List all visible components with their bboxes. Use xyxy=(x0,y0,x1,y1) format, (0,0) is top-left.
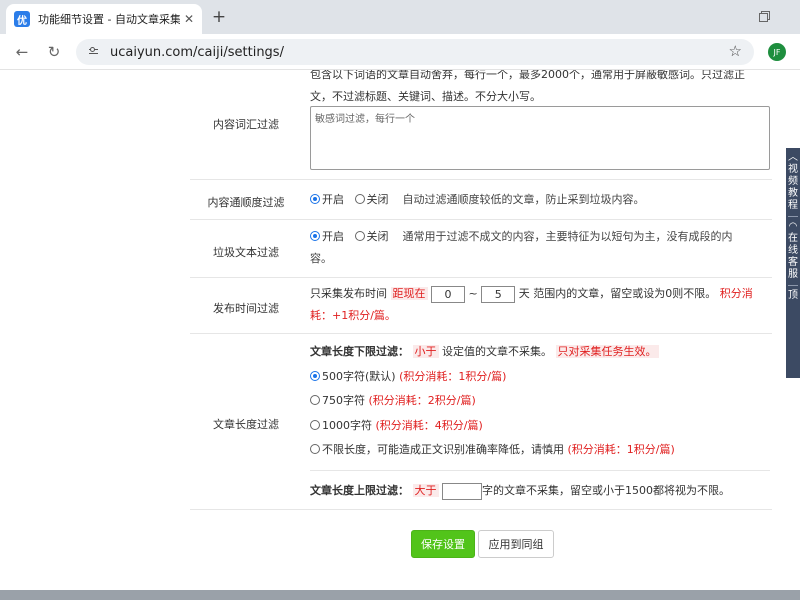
spam-filter-row: 垃圾文本过滤 开启 关闭 通常用于过滤不成文的内容，主要特征为以短句为主，没有成… xyxy=(190,220,772,278)
time-filter-options: 只采集发布时间 距现在 0 ~ 5 天 范围内的文章，留空或设为0则不限。 积分… xyxy=(310,285,753,322)
address-bar[interactable]: ucaiyun.com/caiji/settings/ ☆ xyxy=(76,39,754,65)
time-from-input[interactable]: 0 xyxy=(431,285,465,303)
length-filter-options: 文章长度下限过滤： 小于 设定值的文章不采集。 只对采集任务生效。 500字符(… xyxy=(310,345,675,456)
length-divider xyxy=(310,470,770,471)
side-floating-panel[interactable]: ︿ 视 频 教 程 ◠ 在 线 客 服 顶 xyxy=(786,148,800,378)
restore-window-icon[interactable] xyxy=(758,9,772,23)
spam-off-radio[interactable] xyxy=(354,231,365,241)
length-max-input[interactable] xyxy=(442,482,482,500)
time-filter-row: 发布时间过滤 只采集发布时间 距现在 0 ~ 5 天 范围内的文章，留空或设为0… xyxy=(190,278,772,334)
keyword-filter-row: 包含以下词语的文章自动舍弃，每行一个，最多2000个，通常用于屏蔽敏感词。只过滤… xyxy=(190,70,772,180)
tab-bar: 优 功能细节设置 - 自动文章采集器 ✕ + xyxy=(0,0,800,34)
keyword-filter-textarea[interactable] xyxy=(310,106,770,170)
settings-page: 包含以下词语的文章自动舍弃，每行一个，最多2000个，通常用于屏蔽敏感词。只过滤… xyxy=(0,70,800,590)
length-750-radio[interactable] xyxy=(310,395,320,405)
side-chevron-icon: ︿ xyxy=(788,152,798,163)
keyword-filter-label: 内容词汇过滤 xyxy=(213,118,279,131)
fluency-filter-row: 内容通顺度过滤 开启 关闭 自动过滤通顺度较低的文章，防止采到垃圾内容。 xyxy=(190,180,772,220)
browser-toolbar: ← ↻ ucaiyun.com/caiji/settings/ ☆ JF xyxy=(0,34,800,70)
time-filter-label: 发布时间过滤 xyxy=(213,302,279,315)
browser-tab[interactable]: 优 功能细节设置 - 自动文章采集器 ✕ xyxy=(6,4,202,34)
bookmark-star-icon[interactable]: ☆ xyxy=(729,42,742,60)
keyword-filter-description: 包含以下词语的文章自动舍弃，每行一个，最多2000个，通常用于屏蔽敏感词。只过滤… xyxy=(310,70,745,103)
side-headset-icon: ◠ xyxy=(788,221,798,232)
length-max-options: 文章长度上限过滤： 大于 字的文章不采集，留空或小于1500都将视为不限。 xyxy=(310,480,770,502)
spam-on-radio[interactable] xyxy=(310,231,320,241)
reload-icon[interactable]: ↻ xyxy=(44,42,64,62)
spam-filter-options: 开启 关闭 通常用于过滤不成文的内容，主要特征为以短句为主，没有成段的内 容。 xyxy=(310,230,733,265)
apply-to-group-button[interactable]: 应用到同组 xyxy=(478,530,554,558)
fluency-hint: 自动过滤通顺度较低的文章，防止采到垃圾内容。 xyxy=(402,193,645,206)
forward-icon[interactable] xyxy=(13,42,33,62)
fluency-filter-options: 开启 关闭 自动过滤通顺度较低的文章，防止采到垃圾内容。 xyxy=(310,189,770,211)
time-to-input[interactable]: 5 xyxy=(481,285,516,303)
spam-hint: 通常用于过滤不成文的内容，主要特征为以短句为主，没有成段的内 xyxy=(402,230,733,243)
tab-title: 功能细节设置 - 自动文章采集器 xyxy=(38,13,180,26)
url-text: ucaiyun.com/caiji/settings/ xyxy=(110,44,284,60)
new-tab-icon[interactable]: + xyxy=(208,6,230,28)
length-500-radio[interactable] xyxy=(310,370,320,381)
length-min-title: 文章长度下限过滤： xyxy=(310,345,409,358)
length-max-title: 文章长度上限过滤： xyxy=(310,484,409,497)
fluency-off-radio[interactable] xyxy=(354,194,365,204)
site-favicon-icon: 优 xyxy=(14,11,30,27)
length-1000-radio[interactable] xyxy=(310,419,320,430)
fluency-on-radio[interactable] xyxy=(310,194,320,204)
length-filter-label: 文章长度过滤 xyxy=(213,418,279,431)
bottom-scrollbar[interactable] xyxy=(0,590,800,600)
length-unlimited-radio[interactable] xyxy=(310,444,320,454)
profile-avatar[interactable]: JF xyxy=(768,43,786,61)
length-filter-row: 文章长度过滤 文章长度下限过滤： 小于 设定值的文章不采集。 只对采集任务生效。… xyxy=(190,334,772,510)
close-tab-icon[interactable]: ✕ xyxy=(184,12,194,26)
site-settings-icon[interactable] xyxy=(88,46,100,58)
fluency-filter-label: 内容通顺度过滤 xyxy=(207,196,285,209)
spam-filter-label: 垃圾文本过滤 xyxy=(213,246,279,259)
save-settings-button[interactable]: 保存设置 xyxy=(411,530,475,558)
